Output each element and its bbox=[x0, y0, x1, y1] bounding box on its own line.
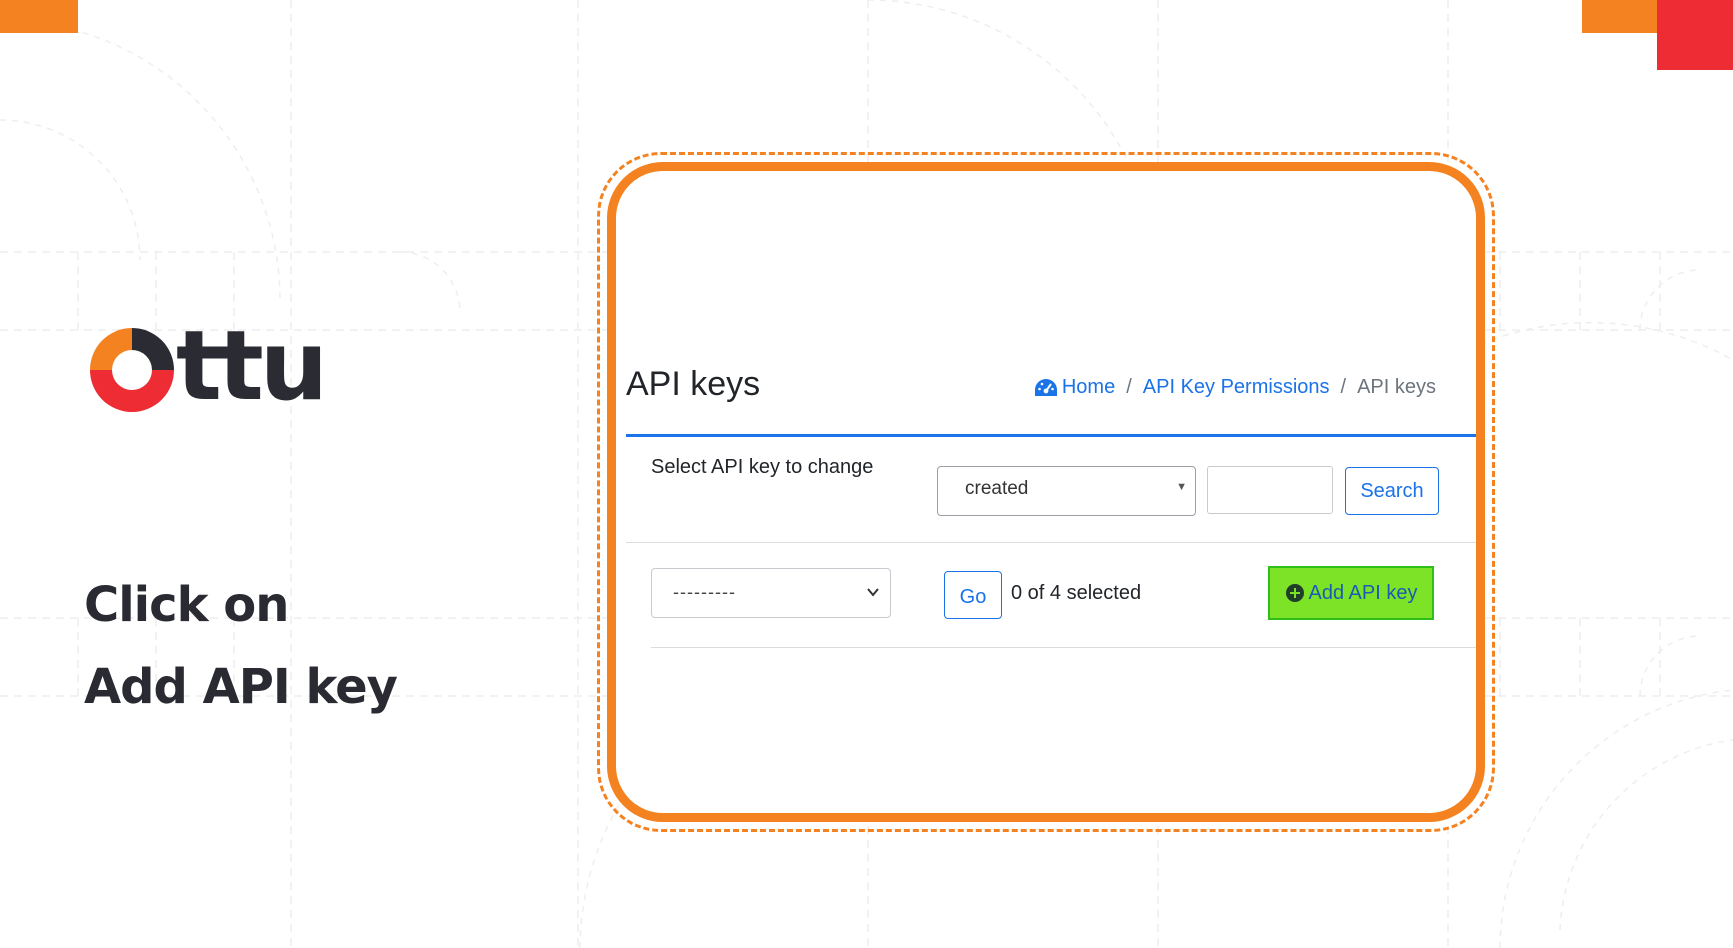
results-divider bbox=[651, 647, 1476, 648]
corner-accent-left bbox=[0, 0, 78, 33]
breadcrumb-home-link[interactable]: Home bbox=[1062, 376, 1115, 399]
filter-label: Select API key to change bbox=[651, 456, 874, 478]
admin-panel: API keys Home / API Key Permissions / AP… bbox=[616, 171, 1476, 813]
corner-accent-right-red bbox=[1657, 0, 1733, 70]
action-select-value: --------- bbox=[673, 582, 736, 602]
filter-divider bbox=[626, 542, 1476, 543]
breadcrumb-separator: / bbox=[1126, 376, 1132, 398]
go-button[interactable]: Go bbox=[944, 571, 1002, 619]
sort-select[interactable]: created ▼ bbox=[937, 466, 1196, 516]
logo-wordmark: ttu bbox=[176, 310, 328, 422]
logo-ring-icon bbox=[90, 328, 174, 412]
breadcrumb: Home / API Key Permissions / API keys bbox=[1034, 376, 1436, 399]
page-title: API keys bbox=[626, 365, 761, 403]
sort-select-value: created bbox=[965, 478, 1029, 499]
caret-down-icon: ▼ bbox=[1176, 481, 1187, 493]
dashboard-icon bbox=[1034, 378, 1057, 396]
chevron-down-icon bbox=[867, 588, 879, 597]
caption-line-2: Add API key bbox=[84, 659, 398, 715]
corner-accent-right-orange bbox=[1582, 0, 1658, 33]
breadcrumb-current: API keys bbox=[1357, 376, 1436, 398]
instruction-caption: Click on Add API key bbox=[84, 564, 398, 728]
add-api-key-button[interactable]: Add API key bbox=[1268, 566, 1434, 620]
breadcrumb-api-key-permissions-link[interactable]: API Key Permissions bbox=[1143, 376, 1330, 399]
action-select[interactable]: --------- bbox=[651, 568, 891, 618]
plus-circle-icon bbox=[1285, 584, 1304, 602]
search-button[interactable]: Search bbox=[1345, 467, 1439, 515]
selection-counter: 0 of 4 selected bbox=[1011, 582, 1142, 604]
ottu-logo: ttu bbox=[86, 318, 346, 418]
header-divider bbox=[626, 434, 1476, 437]
add-api-key-label: Add API key bbox=[1308, 581, 1418, 604]
screenshot-frame: API keys Home / API Key Permissions / AP… bbox=[607, 162, 1485, 822]
search-input[interactable] bbox=[1207, 466, 1333, 514]
caption-line-1: Click on bbox=[84, 577, 289, 633]
breadcrumb-separator: / bbox=[1340, 376, 1347, 398]
